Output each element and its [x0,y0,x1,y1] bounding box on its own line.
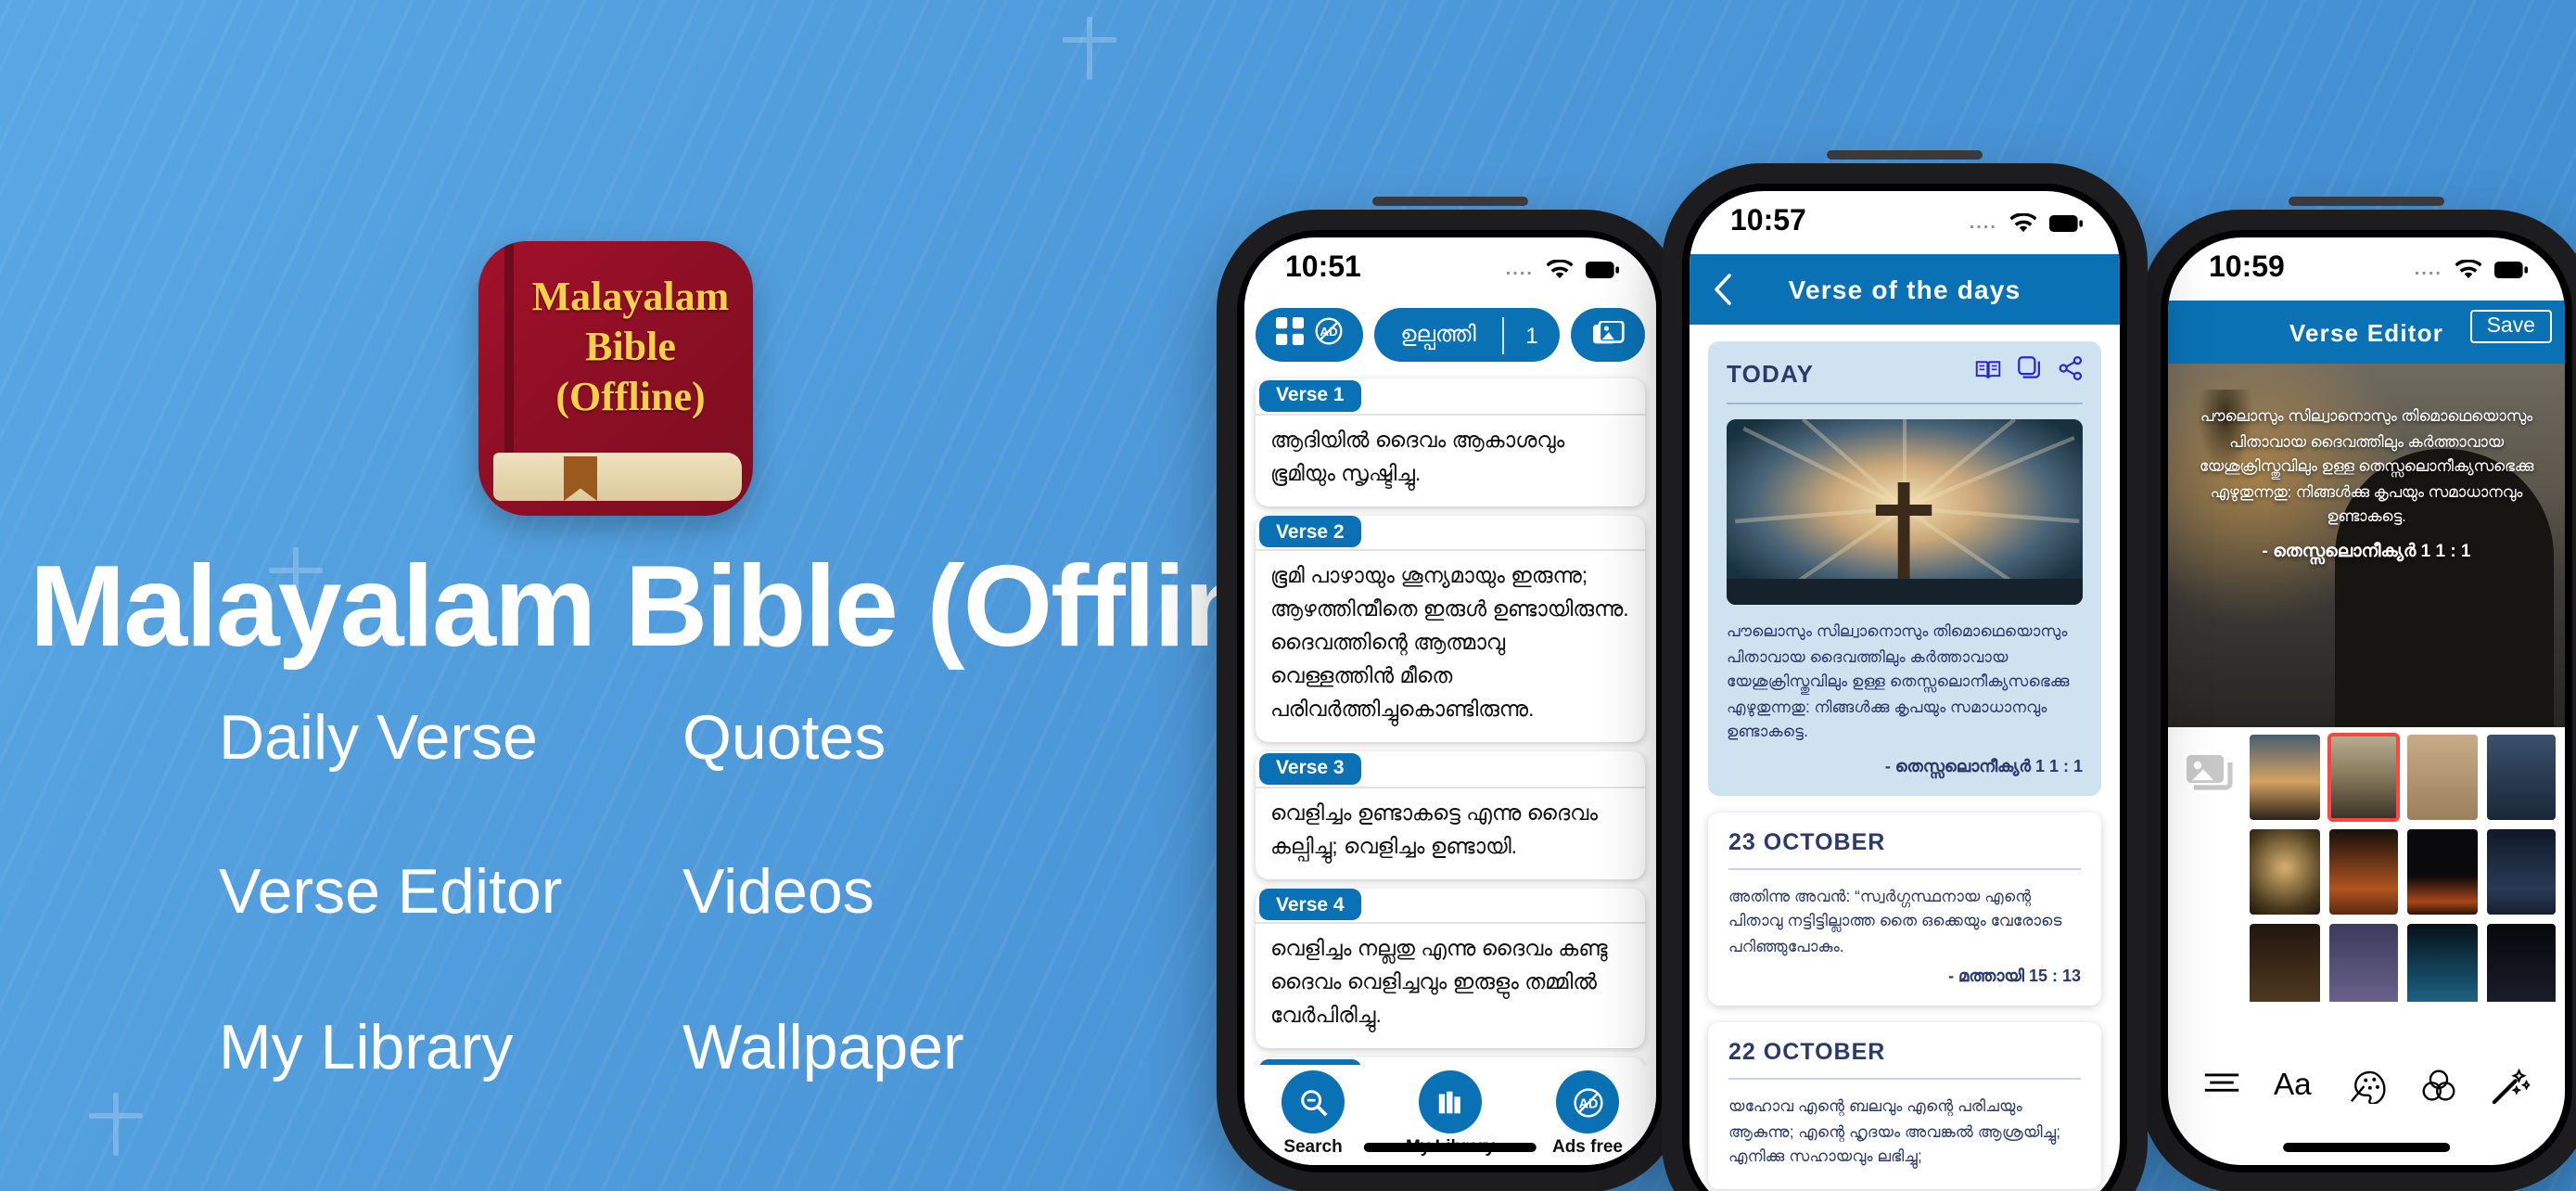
status-time: 10:51 [1285,252,1361,284]
signal-dots-icon: .... [2414,259,2442,279]
thumbnail-3[interactable] [2486,735,2556,820]
verse-card[interactable]: Verse 1 ആദിയിൽ ദൈവം ആകാശവും ഭൂമിയും സൃഷ്… [1256,378,1645,506]
thumbnail-6[interactable] [2407,829,2477,915]
verse-canvas[interactable]: പൗലൊസും സില്വാനൊസും തിമൊഥെയൊസും പിതാവായ … [2168,364,2565,727]
phone-mockup-verse-of-the-days: 10:57 .... Verse of the days TODAY പൗലൊസ… [1662,150,2148,1191]
background-picker [2168,727,2565,1002]
today-verse-card[interactable]: TODAY പൗലൊസും സില്വാനൊസും തിമൊഥെയൊസും പി… [1708,341,2101,795]
reader-toolbar: AD ഉല്പത്തി 1 [1244,301,1656,369]
day-verse-card[interactable]: 22 OCTOBER യഹോവ എന്റെ ബലവും എന്റെ പരിചയു… [1708,1022,2101,1188]
day-date-title: 23 OCTOBER [1728,828,1886,854]
thumbnail-5[interactable] [2328,829,2398,915]
today-label: TODAY [1727,359,1815,387]
signal-dots-icon: .... [1969,212,1997,233]
verse-badge: Verse 3 [1259,752,1361,784]
verse-card[interactable]: Verse 3 വെളിച്ചം ഉണ്ടാകട്ടെ എന്നു ദൈവം ക… [1256,751,1645,878]
page-title: Verse of the days [1788,275,2021,304]
today-verse-reference: - തെസ്സലൊനീക്യർ 1 1 : 1 [1884,756,2083,775]
thumbnail-2[interactable] [2407,735,2477,820]
magic-wand-icon[interactable] [2491,1068,2532,1115]
verse-text: ഭൂമി പാഴായും ശൂന്യമായും ഇരുന്നു; ആഴത്തിന… [1270,566,1629,722]
status-bar: 10:59 .... [2168,237,2565,301]
cross-sunrise-photo [1727,419,2083,605]
app-header: Verse of the days [1690,254,2120,325]
wifi-icon [1547,259,1573,279]
image-gallery-icon[interactable] [1571,308,1645,362]
grid-and-ads-pill[interactable]: AD [1256,308,1363,362]
wifi-icon [2455,259,2481,279]
battery-icon [1586,261,1619,277]
canvas-verse-text: പൗലൊസും സില്വാനൊസും തിമൊഥെയൊസും പിതാവായ … [2168,404,2565,564]
thumbnail-11[interactable] [2486,924,2556,1002]
read-book-icon[interactable] [1975,356,2001,390]
verse-text: വെളിച്ചം ഉണ്ടാകട്ടെ എന്നു ദൈവം കല്പിച്ചു… [1270,802,1599,858]
day-verse-card[interactable]: 23 OCTOBER അതിന്നു അവൻ: “സ്വർഗ്ഗസ്ഥനായ എ… [1708,812,2101,1005]
status-bar: 10:51 .... [1244,237,1656,301]
card-divider [1727,403,2083,404]
color-filter-icon[interactable] [2421,1069,2458,1113]
thumbnail-4[interactable] [2250,829,2319,915]
share-icon[interactable] [2059,356,2083,390]
image-placeholder-icon[interactable] [2168,735,2250,1002]
day-verse-reference: - മത്തായി 15 : 13 [1948,967,2081,985]
nav-label: Search [1283,1137,1343,1158]
editor-header: Verse Editor Save [2168,301,2565,364]
book-name-label[interactable]: ഉല്പത്തി [1374,321,1502,349]
search-icon[interactable] [1282,1070,1345,1133]
home-indicator [2283,1143,2450,1152]
nav-label: Ads free [1551,1137,1623,1158]
page-title: Verse Editor [2289,318,2444,346]
card-divider [1728,867,2081,869]
phone-speaker [1372,197,1528,206]
nav-item-ads-free[interactable]: AD Ads free [1521,1070,1654,1158]
canvas-verse-body: പൗലൊസും സില്വാനൊസും തിമൊഥെയൊസും പിതാവായ … [2199,406,2534,525]
thumbnail-9[interactable] [2328,924,2398,1002]
day-date-title: 22 OCTOBER [1728,1039,1886,1065]
status-time: 10:57 [1730,206,1806,237]
ads-free-icon[interactable]: AD [1315,316,1343,353]
save-button[interactable]: Save [2469,310,2552,343]
home-indicator [1363,1143,1537,1152]
phone-speaker [2289,197,2444,206]
thumbnail-8[interactable] [2250,924,2319,1002]
battery-icon [2494,261,2528,277]
ads-free-icon[interactable]: AD [1556,1070,1619,1133]
font-size-icon[interactable]: Aa [2273,1068,2317,1109]
phone-mockup-bible-reader: 10:51 .... AD ഉല്പത്തി [1217,197,1684,1191]
my-library-icon[interactable] [1419,1070,1482,1133]
svg-text:Aa: Aa [2273,1069,2311,1100]
canvas-verse-reference: - തെസ്സലൊനീക്യർ 1 1 : 1 [2262,541,2471,561]
copy-icon[interactable] [2018,356,2042,390]
verse-badge: Verse 1 [1259,379,1361,411]
verse-badge: Verse 4 [1259,889,1361,920]
thumbnail-0[interactable] [2250,735,2319,820]
verse-list: Verse 1 ആദിയിൽ ദൈവം ആകാശവും ഭൂമിയും സൃഷ്… [1244,378,1656,1165]
phone-mockup-verse-editor: 10:59 .... Verse Editor Save പൗലൊസും സില… [2140,197,2576,1191]
align-icon[interactable] [2203,1069,2240,1108]
battery-icon [2049,214,2083,231]
thumbnail-grid [2250,733,2565,1002]
palette-icon[interactable] [2351,1069,2388,1113]
thumbnail-10[interactable] [2407,924,2477,1002]
verse-card[interactable]: Verse 4 വെളിച്ചം നല്ലതു എന്നു ദൈവം കണ്ടു… [1256,888,1645,1048]
verse-badge: Verse 2 [1259,516,1361,547]
thumbnail-1[interactable] [2327,733,2400,822]
thumbnail-7[interactable] [2486,829,2556,915]
today-verse-text: പൗലൊസും സില്വാനൊസും തിമൊഥെയൊസും പിതാവായ … [1727,621,2070,740]
phone-speaker [1827,150,1983,160]
day-verse-text: അതിന്നു അവൻ: “സ്വർഗ്ഗസ്ഥനായ എന്റെ പിതാവു… [1728,886,2062,954]
verse-text: വെളിച്ചം നല്ലതു എന്നു ദൈവം കണ്ടു ദൈവം വെ… [1270,939,1608,1028]
status-bar: 10:57 .... [1690,191,2120,254]
wifi-icon [2010,212,2036,233]
signal-dots-icon: .... [1505,259,1534,279]
day-verse-text: യഹോവ എന്റെ ബലവും എന്റെ പരിചയും ആകുന്നു; … [1728,1096,2061,1165]
verse-text: ആദിയിൽ ദൈവം ആകാശവും ഭൂമിയും സൃഷ്ടിച്ചു. [1270,429,1565,485]
grid-icon[interactable] [1276,316,1304,353]
status-time: 10:59 [2209,252,2285,284]
verse-card[interactable]: Verse 2 ഭൂമി പാഴായും ശൂന്യമായും ഇരുന്നു;… [1256,515,1645,742]
nav-item-search[interactable]: Search [1246,1070,1380,1158]
card-divider [1728,1078,2081,1080]
book-chapter-selector[interactable]: ഉല്പത്തി 1 [1374,308,1560,362]
chapter-number-label[interactable]: 1 [1504,322,1560,348]
